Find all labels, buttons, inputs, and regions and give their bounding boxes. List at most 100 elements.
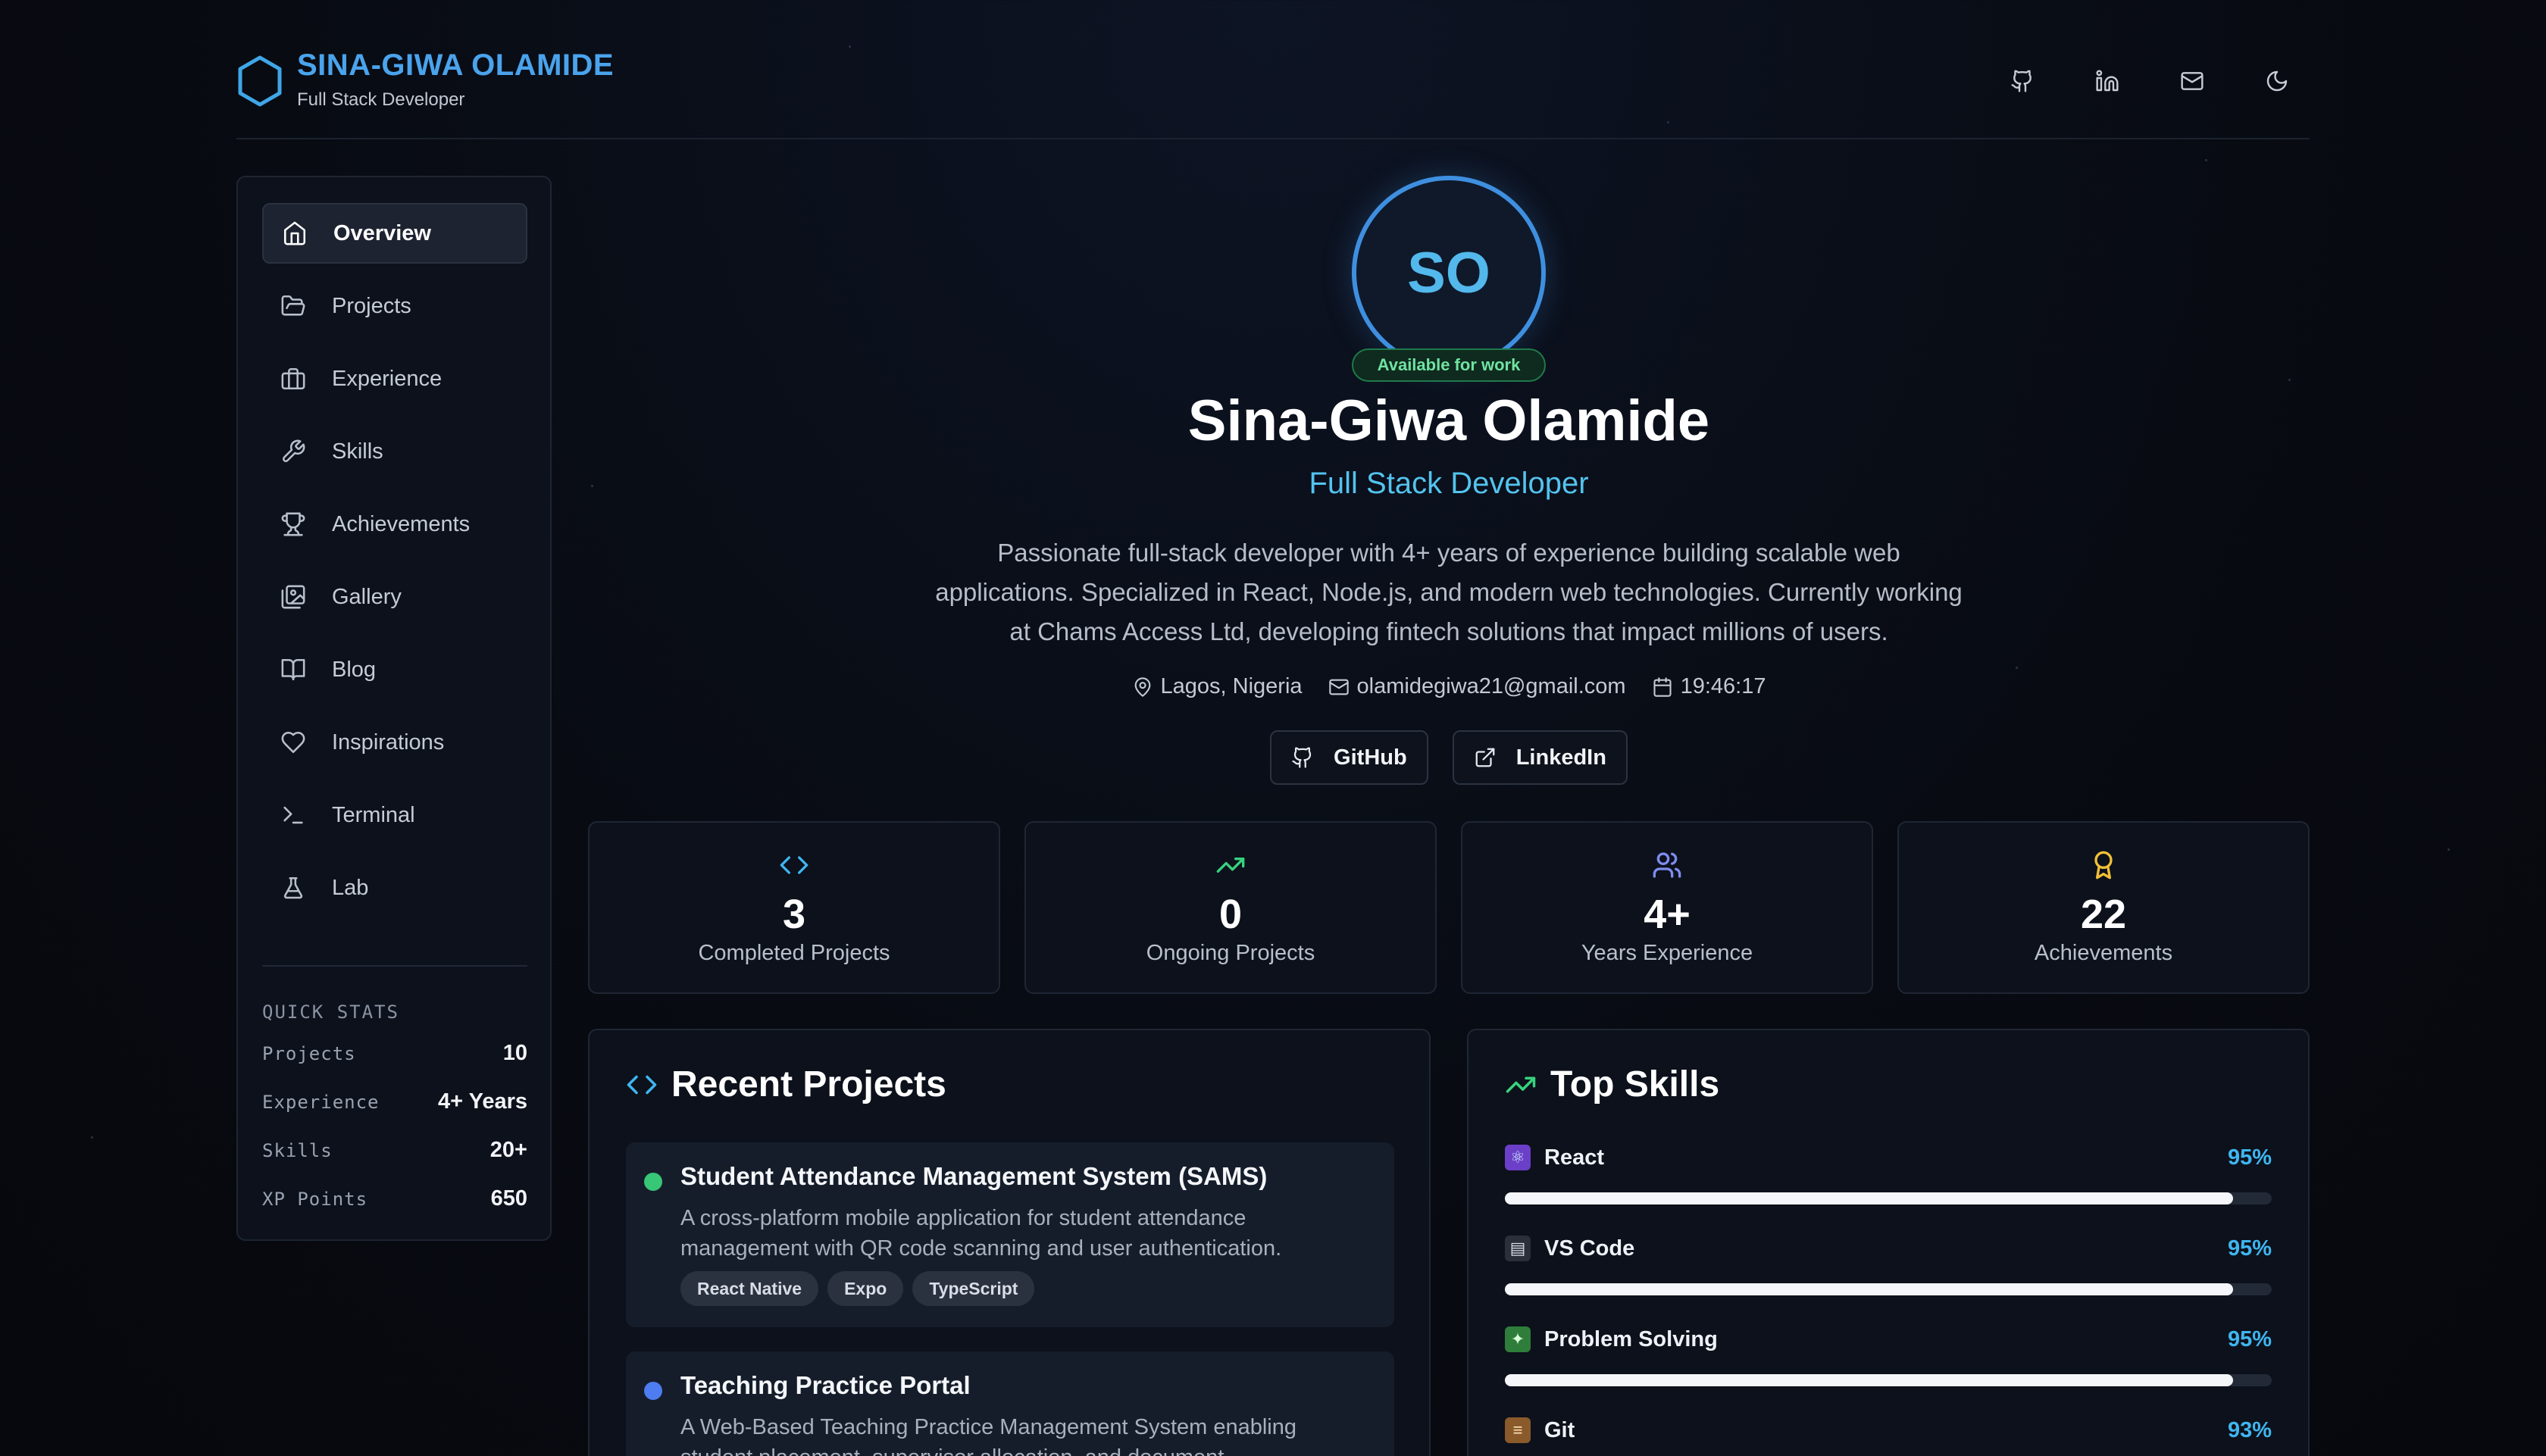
- gallery-icon: [280, 584, 306, 610]
- sidebar-item-achievements[interactable]: Achievements: [262, 494, 527, 555]
- sidebar-item-inspirations[interactable]: Inspirations: [262, 712, 527, 773]
- sidebar-item-overview[interactable]: Overview: [262, 203, 527, 264]
- sidebar-item-terminal[interactable]: Terminal: [262, 785, 527, 845]
- briefcase-icon: [280, 366, 306, 392]
- quick-stat-value: 4+ Years: [437, 1089, 527, 1114]
- skill-progress-fill: [1505, 1374, 2234, 1386]
- github-button[interactable]: GitHub: [1270, 730, 1428, 785]
- avatar: SO: [1352, 176, 1546, 370]
- quick-stat-row: Projects 10: [262, 1041, 527, 1066]
- flask-icon: [280, 875, 306, 901]
- skill-progress-track: [1505, 1283, 2272, 1295]
- quick-stat-label: XP Points: [262, 1188, 368, 1210]
- wrench-icon: [280, 439, 306, 464]
- skill-name: Problem Solving: [1544, 1326, 1718, 1351]
- sidebar: Overview Projects Experience Skills Achi…: [236, 176, 552, 1241]
- status-dot: [644, 1173, 662, 1191]
- profile-name: Sina-Giwa Olamide: [1187, 389, 1710, 453]
- stat-label: Years Experience: [1581, 941, 1753, 965]
- laptop-icon: ▤: [1505, 1236, 1531, 1261]
- sidebar-nav: Overview Projects Experience Skills Achi…: [262, 203, 527, 930]
- skill-row-react: ⚛ React 95%: [1505, 1142, 2272, 1204]
- sidebar-item-label: Gallery: [332, 584, 402, 609]
- profile-role: Full Stack Developer: [1309, 467, 1589, 500]
- sidebar-item-label: Terminal: [332, 802, 415, 827]
- email-text: olamidegiwa21@gmail.com: [1356, 674, 1626, 698]
- panel-title-text: Recent Projects: [671, 1064, 946, 1104]
- terminal-icon: [280, 802, 306, 828]
- project-tags: React Native Expo TypeScript: [680, 1271, 1035, 1306]
- hexagon-logo-icon: [236, 55, 283, 108]
- stat-label: Achievements: [2034, 941, 2173, 965]
- stat-card-years-experience: 4+ Years Experience: [1461, 821, 1873, 994]
- code-icon: [779, 850, 809, 880]
- sidebar-item-label: Achievements: [332, 511, 471, 536]
- time-text: 19:46:17: [1680, 674, 1766, 698]
- trending-up-icon: [1215, 850, 1246, 880]
- clock: 19:46:17: [1652, 674, 1766, 699]
- stat-value: 0: [1218, 892, 1243, 937]
- brand-subtitle: Full Stack Developer: [297, 89, 465, 110]
- stat-label: Ongoing Projects: [1146, 941, 1315, 965]
- skill-progress-fill: [1505, 1192, 2234, 1204]
- puzzle-icon: ✦: [1505, 1326, 1531, 1352]
- code-icon: [626, 1069, 658, 1101]
- sidebar-item-label: Experience: [332, 366, 443, 391]
- sidebar-item-projects[interactable]: Projects: [262, 276, 527, 336]
- sidebar-item-experience[interactable]: Experience: [262, 348, 527, 409]
- project-description: A Web-Based Teaching Practice Management…: [680, 1415, 1297, 1456]
- quick-stat-value: 650: [490, 1186, 527, 1211]
- availability-badge: Available for work: [1352, 348, 1546, 382]
- quick-stat-row: XP Points 650: [262, 1186, 527, 1211]
- project-card-sams[interactable]: Student Attendance Management System (SA…: [626, 1142, 1394, 1327]
- brand-name[interactable]: SINA-GIWA OLAMIDE: [297, 48, 614, 83]
- external-link-icon: [1474, 746, 1497, 769]
- book-icon: [280, 657, 306, 683]
- skill-percent: 93%: [2227, 1417, 2272, 1442]
- quick-stat-row: Experience 4+ Years: [262, 1089, 527, 1114]
- top-skills-title: Top Skills: [1505, 1064, 1719, 1105]
- sidebar-item-blog[interactable]: Blog: [262, 639, 527, 700]
- project-card-teaching-practice[interactable]: Teaching Practice Portal A Web-Based Tea…: [626, 1351, 1394, 1456]
- calendar-icon: [1652, 676, 1673, 698]
- linkedin-icon[interactable]: [2091, 65, 2123, 97]
- sidebar-item-label: Skills: [332, 439, 383, 464]
- location: Lagos, Nigeria: [1132, 674, 1303, 699]
- project-description: A cross-platform mobile application for …: [680, 1206, 1282, 1261]
- sidebar-item-lab[interactable]: Lab: [262, 858, 527, 918]
- skill-row-problem-solving: ✦ Problem Solving 95%: [1505, 1324, 2272, 1386]
- sidebar-item-label: Inspirations: [332, 730, 445, 755]
- github-button-label: GitHub: [1334, 745, 1407, 770]
- stat-value: 3: [782, 892, 806, 937]
- sidebar-item-skills[interactable]: Skills: [262, 421, 527, 482]
- skill-percent: 95%: [2227, 1236, 2272, 1261]
- sidebar-item-label: Blog: [332, 657, 377, 682]
- linkedin-button[interactable]: LinkedIn: [1452, 730, 1628, 785]
- skill-percent: 95%: [2227, 1145, 2272, 1170]
- skill-name: VS Code: [1544, 1236, 1635, 1261]
- moon-icon[interactable]: [2261, 65, 2293, 97]
- top-header: SINA-GIWA OLAMIDE Full Stack Developer: [236, 39, 2310, 139]
- react-icon: ⚛: [1505, 1145, 1531, 1170]
- email[interactable]: olamidegiwa21@gmail.com: [1328, 674, 1626, 699]
- stat-value: 22: [2080, 892, 2127, 937]
- sidebar-divider: [262, 965, 527, 967]
- panel-title-text: Top Skills: [1550, 1064, 1720, 1104]
- skill-progress-fill: [1505, 1283, 2234, 1295]
- sidebar-item-label: Lab: [332, 875, 369, 900]
- quick-stat-label: Skills: [262, 1139, 333, 1161]
- skill-progress-track: [1505, 1192, 2272, 1204]
- tag: React Native: [680, 1271, 819, 1306]
- sidebar-item-gallery[interactable]: Gallery: [262, 567, 527, 627]
- award-icon: [2088, 850, 2119, 880]
- profile-bio: Passionate full-stack developer with 4+ …: [935, 539, 1963, 645]
- sidebar-item-label: Overview: [333, 220, 431, 245]
- avatar-initials: SO: [1407, 240, 1490, 305]
- github-icon[interactable]: [2006, 65, 2038, 97]
- mail-icon: [1328, 676, 1350, 698]
- profile-meta: Lagos, Nigeria olamidegiwa21@gmail.com 1…: [1046, 674, 1852, 699]
- skill-progress-track: [1505, 1374, 2272, 1386]
- mail-icon[interactable]: [2176, 65, 2208, 97]
- quick-stat-row: Skills 20+: [262, 1138, 527, 1163]
- quick-stat-value: 20+: [489, 1138, 527, 1162]
